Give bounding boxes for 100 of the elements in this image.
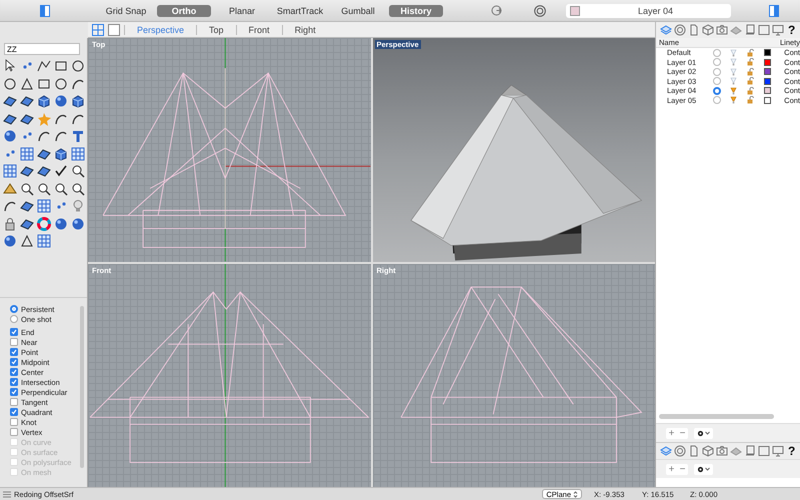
lock-icon[interactable] [3, 216, 17, 230]
circle-icon[interactable] [71, 59, 85, 73]
surface-icon[interactable] [20, 164, 34, 178]
gear-menu-button[interactable] [694, 428, 713, 438]
bulb-icon[interactable] [730, 77, 738, 86]
layer-color-swatch[interactable] [764, 96, 772, 104]
four-viewports-icon[interactable] [92, 24, 104, 36]
layer-color-swatch[interactable] [764, 49, 772, 56]
cursor-icon[interactable] [3, 59, 17, 73]
toggle-button[interactable]: Gumball [331, 4, 385, 16]
padlock-icon[interactable] [747, 77, 754, 86]
current-layer-radio[interactable] [712, 86, 721, 95]
sphere-icon[interactable] [54, 216, 68, 230]
viewport-tab[interactable]: Front [236, 24, 282, 34]
page-icon[interactable] [744, 24, 756, 36]
checkbox[interactable] [10, 378, 18, 386]
layers-icon[interactable] [660, 445, 672, 457]
current-layer-radio[interactable] [712, 96, 721, 104]
curve-icon[interactable] [54, 129, 68, 143]
remove-button[interactable]: − [677, 428, 688, 438]
magnifier-icon[interactable] [71, 164, 85, 178]
curve-icon[interactable] [3, 199, 17, 213]
sphere-icon[interactable] [3, 129, 17, 143]
star-icon[interactable] [37, 112, 51, 126]
triangle-icon[interactable] [20, 234, 34, 248]
checkbox[interactable] [10, 358, 18, 366]
magnifier-icon[interactable] [54, 182, 68, 196]
viewport-tab[interactable]: Perspective [124, 24, 196, 34]
toggle-button[interactable]: History [389, 4, 443, 16]
checkbox[interactable] [10, 428, 18, 436]
colorwheel-icon[interactable] [37, 216, 51, 230]
surface-icon[interactable] [37, 146, 51, 160]
square-icon[interactable] [758, 445, 770, 457]
circles-icon[interactable] [674, 24, 686, 36]
checkbox[interactable] [10, 408, 18, 416]
checkbox[interactable] [10, 338, 18, 346]
padlock-icon[interactable] [747, 68, 754, 76]
command-field[interactable]: ZZ [4, 43, 80, 55]
target-icon[interactable] [534, 4, 546, 16]
checkbox[interactable] [10, 368, 18, 376]
cube-icon[interactable] [37, 94, 51, 108]
layer-color-swatch[interactable] [764, 78, 772, 85]
camera-icon[interactable] [716, 445, 728, 457]
plate-icon[interactable] [730, 24, 742, 36]
page-icon[interactable] [744, 445, 756, 457]
monitor-icon[interactable] [772, 24, 784, 36]
add-button[interactable]: + [666, 464, 677, 474]
toggle-button[interactable]: SmartTrack [273, 4, 327, 16]
bulb-icon[interactable] [730, 96, 738, 104]
surface-icon[interactable] [37, 164, 51, 178]
magnifier-icon[interactable] [71, 182, 85, 196]
document-icon[interactable] [688, 24, 700, 36]
toggle-button[interactable]: Grid Snap [99, 4, 153, 16]
plate-icon[interactable] [730, 445, 742, 457]
surface-icon[interactable] [3, 112, 17, 126]
grid-icon[interactable] [37, 234, 51, 248]
current-layer-radio[interactable] [712, 48, 721, 57]
grid-icon[interactable] [71, 146, 85, 160]
remove-button[interactable]: − [677, 464, 688, 474]
document-icon[interactable] [688, 445, 700, 457]
rectangle-icon[interactable] [54, 59, 68, 73]
pyramid-icon[interactable] [3, 182, 17, 196]
magnifier-icon[interactable] [37, 182, 51, 196]
sidebar-toggle-icon[interactable] [769, 4, 779, 16]
circles-icon[interactable] [674, 445, 686, 457]
magnifier-icon[interactable] [20, 182, 34, 196]
layers-icon[interactable] [660, 24, 672, 36]
sphere-icon[interactable] [71, 216, 85, 230]
scrollbar[interactable] [659, 414, 774, 419]
sphere-icon[interactable] [3, 234, 17, 248]
rectangle-icon[interactable] [37, 76, 51, 90]
surface-icon[interactable] [3, 94, 17, 108]
current-layer-radio[interactable] [712, 58, 721, 66]
padlock-icon[interactable] [747, 58, 754, 66]
circle-icon[interactable] [54, 76, 68, 90]
radio-button[interactable] [10, 315, 18, 323]
cube-icon[interactable] [702, 445, 714, 457]
surface-icon[interactable] [20, 216, 34, 230]
add-button[interactable]: + [666, 428, 677, 438]
help-icon[interactable]: ? [788, 444, 796, 458]
sphere-icon[interactable] [54, 94, 68, 108]
triangle-icon[interactable] [20, 76, 34, 90]
layer-field[interactable]: Layer 04 [566, 4, 731, 18]
text-icon[interactable] [71, 129, 85, 143]
help-icon[interactable]: ? [788, 23, 796, 37]
checkbox[interactable] [10, 328, 18, 336]
current-layer-radio[interactable] [712, 77, 721, 86]
surface-icon[interactable] [20, 199, 34, 213]
cube-icon[interactable] [54, 146, 68, 160]
single-viewport-icon[interactable] [108, 24, 120, 36]
sidebar-toggle-icon[interactable] [40, 4, 50, 16]
circle-icon[interactable] [3, 76, 17, 90]
checkbox[interactable] [10, 418, 18, 426]
current-layer-radio[interactable] [712, 68, 721, 76]
menu-icon[interactable] [3, 490, 11, 498]
cube-icon[interactable] [702, 24, 714, 36]
toggle-button[interactable]: Ortho [157, 4, 211, 16]
surface-icon[interactable] [20, 112, 34, 126]
checkbox[interactable] [10, 348, 18, 356]
scrollbar[interactable] [80, 306, 84, 468]
